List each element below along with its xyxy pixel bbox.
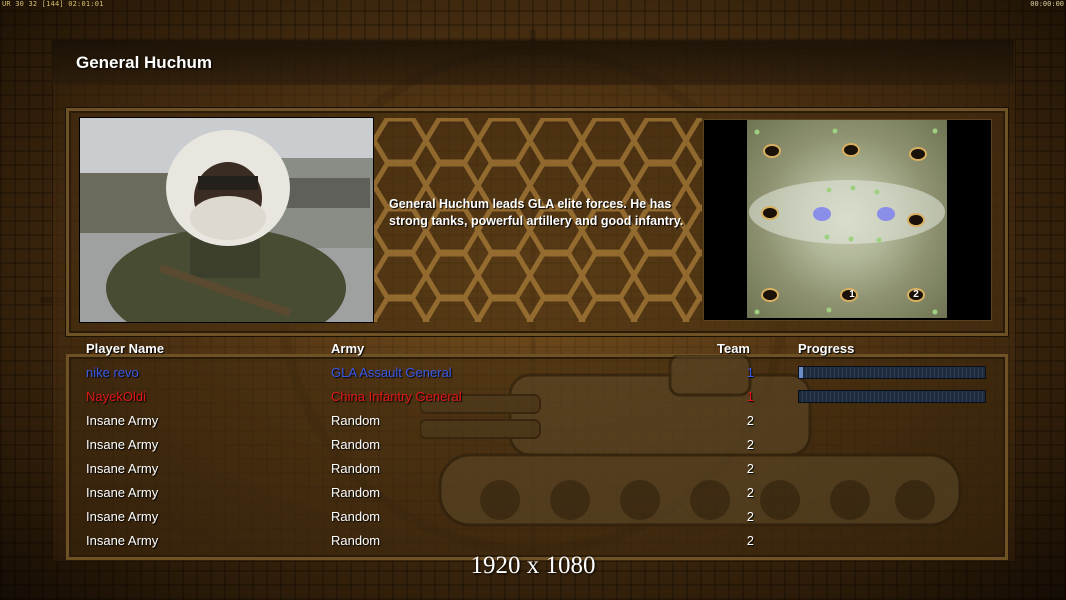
start-position-label-2: 2 [913, 289, 919, 300]
player-name: nike revo [86, 365, 139, 380]
player-team: 1 [746, 365, 754, 380]
player-team: 2 [746, 413, 754, 428]
player-army: Random [331, 509, 381, 524]
start-position-label-1: 1 [849, 289, 855, 300]
player-team: 2 [746, 509, 754, 524]
player-team: 2 [746, 533, 754, 548]
resolution-label: 1920 x 1080 [470, 552, 596, 579]
progress-bar [798, 390, 986, 403]
hud-clock: 00:00:00 [1030, 0, 1064, 8]
player-team: 1 [746, 389, 754, 404]
player-name: Insane Army [86, 485, 159, 500]
player-army: Random [331, 437, 381, 452]
player-name: Insane Army [86, 533, 159, 548]
player-name: Insane Army [86, 437, 159, 452]
player-army: Random [331, 461, 381, 476]
header-player-name: Player Name [86, 341, 165, 356]
progress-fill [799, 367, 803, 378]
general-description: General Huchum leads GLA elite forces. H… [389, 197, 684, 228]
progress-bar [798, 366, 986, 379]
player-team: 2 [746, 485, 754, 500]
player-team: 2 [746, 461, 754, 476]
player-team: 2 [746, 437, 754, 452]
hud-status: UR 30 32 [144] 02:01:01 [2, 0, 104, 8]
player-name: Insane Army [86, 413, 159, 428]
player-name: NayekOldi [86, 389, 146, 404]
player-army: Random [331, 485, 381, 500]
player-army: Random [331, 533, 381, 548]
player-army: GLA Assault General [331, 365, 452, 380]
player-army: Random [331, 413, 381, 428]
page-title: General Huchum [76, 53, 213, 72]
tank-artwork [420, 355, 962, 527]
header-army: Army [331, 341, 365, 356]
player-army: China Infantry General [331, 389, 462, 404]
header-progress: Progress [798, 341, 855, 356]
player-name: Insane Army [86, 509, 159, 524]
player-name: Insane Army [86, 461, 159, 476]
header-team: Team [717, 341, 750, 356]
general-portrait [79, 117, 374, 323]
